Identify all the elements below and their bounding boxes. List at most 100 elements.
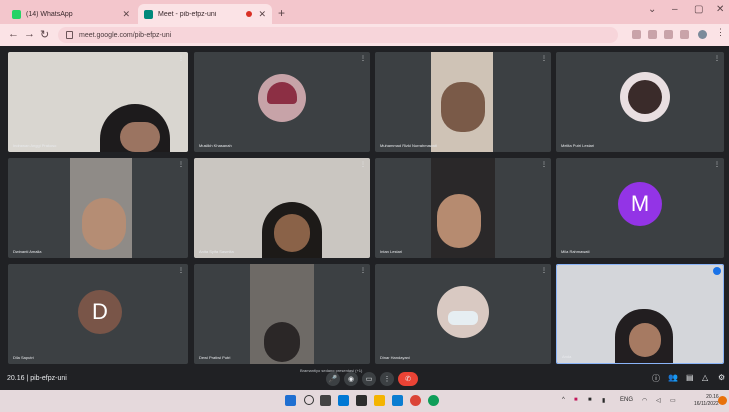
participant-figure xyxy=(264,322,300,362)
more-options-icon[interactable]: ⋮ xyxy=(178,55,184,62)
os-taskbar: ^ ■ ■ ▮ ENG ◠ ◁ ▭ 20.16 16/11/2022 xyxy=(0,390,729,412)
profile-avatar[interactable] xyxy=(698,30,707,39)
more-options-button[interactable]: ⋮ xyxy=(380,372,394,386)
recording-indicator-icon xyxy=(246,11,253,17)
participant-tile[interactable]: ⋮ Dwinanti Amalia xyxy=(8,158,188,258)
participant-name: Melita Putri Lestari xyxy=(561,143,595,148)
meet-icon xyxy=(144,9,153,19)
mail-icon[interactable] xyxy=(392,395,403,406)
whatsapp-icon xyxy=(12,9,21,19)
tab-whatsapp[interactable]: (14) WhatsApp ✕ xyxy=(6,4,136,24)
tab-title: (14) WhatsApp xyxy=(26,10,73,18)
back-button[interactable]: ← xyxy=(8,28,19,40)
audio-activity-icon xyxy=(713,267,721,275)
maximize-button[interactable]: ▢ xyxy=(694,4,703,15)
meet-video-grid: ⋮ Indrawan Anggi Prakoso ⋮ Muslikh Khasa… xyxy=(0,46,729,390)
participant-face xyxy=(274,214,310,252)
tray-app-icon[interactable]: ▮ xyxy=(602,397,605,404)
close-tab-icon[interactable]: ✕ xyxy=(258,9,266,20)
tab-meet[interactable]: Meet - pib-efpz-uni ✕ xyxy=(138,4,272,24)
participant-tile-self[interactable]: Anda xyxy=(556,264,724,364)
store-icon[interactable] xyxy=(356,395,367,406)
more-options-icon[interactable]: ⋮ xyxy=(714,55,720,62)
clock-time: 20.16 xyxy=(706,394,719,400)
participant-tile[interactable]: ⋮ Indrawan Anggi Prakoso xyxy=(8,52,188,152)
host-controls-icon[interactable]: ⚙ xyxy=(718,373,725,382)
more-options-icon[interactable]: ⋮ xyxy=(360,55,366,62)
more-options-icon[interactable]: ⋮ xyxy=(541,161,547,168)
more-options-icon[interactable]: ⋮ xyxy=(714,161,720,168)
battery-icon[interactable]: ▭ xyxy=(670,397,676,404)
participant-name: Indrawan Anggi Prakoso xyxy=(13,143,57,148)
participant-tile[interactable]: M ⋮ Mila Rahmawati xyxy=(556,158,724,258)
participant-tile[interactable]: ⋮ Anita Syifa Sasmita xyxy=(194,158,370,258)
more-options-icon[interactable]: ⋮ xyxy=(360,161,366,168)
tray-app-icon[interactable]: ■ xyxy=(588,397,592,403)
more-options-icon[interactable]: ⋮ xyxy=(541,55,547,62)
chrome-icon[interactable] xyxy=(410,395,421,406)
participant-name: Dewi Pratiwi Putri xyxy=(199,355,231,360)
participant-tile[interactable]: ⋮ Dinar Handayani xyxy=(375,264,551,364)
chat-icon[interactable]: ▤ xyxy=(686,373,694,382)
participant-name: Dila Saputri xyxy=(13,355,34,360)
task-view-icon[interactable] xyxy=(320,395,331,406)
close-tab-icon[interactable]: ✕ xyxy=(122,9,130,20)
captions-button[interactable]: ▭ xyxy=(362,372,376,386)
url-field[interactable]: meet.google.com/pib-efpz-uni xyxy=(58,27,618,43)
menu-icon[interactable]: ⋮ xyxy=(716,27,725,37)
more-options-icon[interactable]: ⋮ xyxy=(360,267,366,274)
participant-tile[interactable]: ⋮ Intan Lestari xyxy=(375,158,551,258)
participant-tile[interactable]: ⋮ Dewi Pratiwi Putri xyxy=(194,264,370,364)
zoom-icon[interactable] xyxy=(648,30,657,39)
bookmark-star-icon[interactable] xyxy=(680,30,689,39)
wifi-icon[interactable]: ◠ xyxy=(642,397,647,404)
close-window-button[interactable]: ✕ xyxy=(716,4,724,15)
participant-name: Mila Rahmawati xyxy=(561,249,590,254)
camera-button[interactable]: ◉ xyxy=(344,372,358,386)
more-options-icon[interactable]: ⋮ xyxy=(178,161,184,168)
notification-icon[interactable] xyxy=(718,396,727,405)
activities-icon[interactable]: △ xyxy=(702,373,708,382)
forward-button[interactable]: → xyxy=(24,28,35,40)
widgets-icon[interactable] xyxy=(338,395,349,406)
participant-face xyxy=(120,122,160,152)
share-icon[interactable] xyxy=(664,30,673,39)
url-text: meet.google.com/pib-efpz-uni xyxy=(79,31,172,39)
search-icon[interactable] xyxy=(304,395,314,405)
info-icon[interactable]: ⓘ xyxy=(652,373,660,384)
tab-search-icon[interactable]: ⌄ xyxy=(648,4,656,15)
participant-tile[interactable]: ⋮ Melita Putri Lestari xyxy=(556,52,724,152)
tray-app-icon[interactable]: ■ xyxy=(574,397,578,403)
camera-permission-icon[interactable] xyxy=(632,30,641,39)
show-hidden-icons[interactable]: ^ xyxy=(562,397,565,403)
participant-photo xyxy=(258,74,306,122)
participant-name: Muhammad Rizki Nurrahmawati xyxy=(380,143,437,148)
system-clock[interactable]: 20.16 16/11/2022 xyxy=(694,394,719,408)
participant-photo xyxy=(620,72,670,122)
file-explorer-icon[interactable] xyxy=(374,395,385,406)
volume-icon[interactable]: ◁ xyxy=(656,397,661,404)
minimize-button[interactable]: – xyxy=(672,4,678,15)
end-call-button[interactable]: ✆ xyxy=(398,372,418,386)
start-icon[interactable] xyxy=(285,395,296,406)
tab-title: Meet - pib-efpz-uni xyxy=(158,10,217,18)
new-tab-button[interactable]: + xyxy=(278,6,285,20)
participant-face xyxy=(82,198,126,250)
more-options-icon[interactable]: ⋮ xyxy=(178,267,184,274)
more-options-icon[interactable]: ⋮ xyxy=(541,267,547,274)
participant-avatar: M xyxy=(618,182,662,226)
participant-tile[interactable]: D ⋮ Dila Saputri xyxy=(8,264,188,364)
participant-tile[interactable]: ⋮ Muhammad Rizki Nurrahmawati xyxy=(375,52,551,152)
mic-button[interactable]: 🎤 xyxy=(326,372,340,386)
clock-date: 16/11/2022 xyxy=(694,401,719,407)
participant-name: Anda xyxy=(562,354,572,359)
chrome-profile-icon[interactable] xyxy=(428,395,439,406)
browser-tab-strip: (14) WhatsApp ✕ Meet - pib-efpz-uni ✕ + … xyxy=(0,0,729,24)
people-icon[interactable]: 👥 xyxy=(668,373,678,382)
participant-name: Dwinanti Amalia xyxy=(13,249,42,254)
participant-tile[interactable]: ⋮ Muslikh Khasanah xyxy=(194,52,370,152)
language-indicator[interactable]: ENG xyxy=(620,397,633,403)
lock-icon xyxy=(66,31,73,39)
participant-name: Muslikh Khasanah xyxy=(199,143,232,148)
reload-button[interactable]: ↻ xyxy=(40,28,49,41)
